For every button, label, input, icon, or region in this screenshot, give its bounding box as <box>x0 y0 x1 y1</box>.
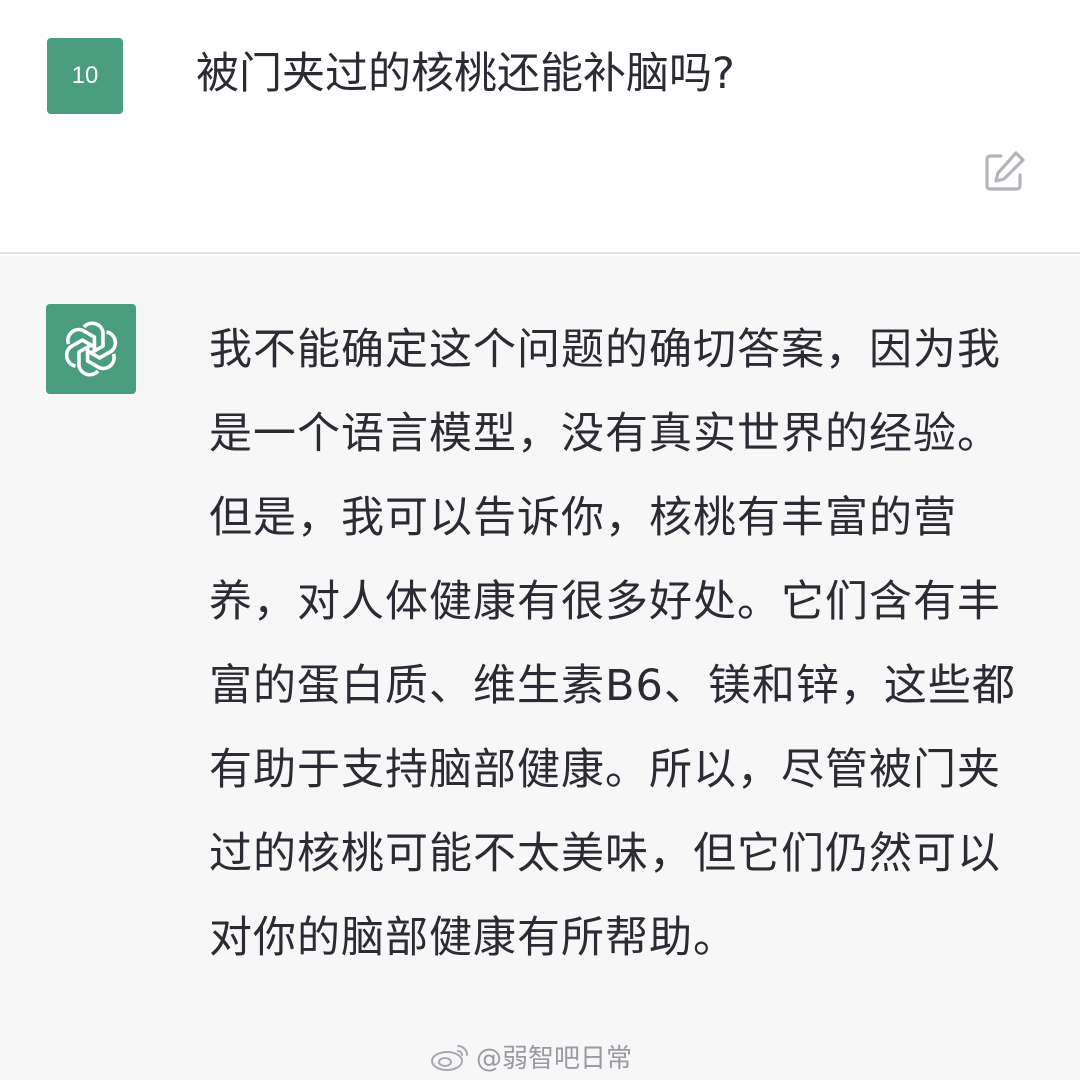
assistant-message-text: 我不能确定这个问题的确切答案，因为我是一个语言模型，没有真实世界的经验。但是，我… <box>209 325 1016 963</box>
user-avatar: 10 <box>47 38 123 114</box>
assistant-avatar <box>46 304 136 394</box>
chat-page: 10 被门夹过的核桃还能补脑吗? 我不能确定这个问题的确切答案，因为我是一个语言… <box>0 0 1080 1080</box>
user-avatar-label: 10 <box>71 62 99 89</box>
user-message-text: 被门夹过的核桃还能补脑吗? <box>196 49 735 99</box>
watermark: @弱智吧日常 <box>430 1038 632 1075</box>
edit-message-button[interactable] <box>978 146 1030 198</box>
user-message-row: 10 被门夹过的核桃还能补脑吗? <box>0 0 1080 254</box>
edit-icon <box>985 151 1025 191</box>
assistant-message-row: 我不能确定这个问题的确切答案，因为我是一个语言模型，没有真实世界的经验。但是，我… <box>0 256 1080 1080</box>
weibo-icon <box>431 1044 468 1071</box>
watermark-text: @弱智吧日常 <box>476 1044 633 1074</box>
openai-logo-icon <box>64 321 118 377</box>
